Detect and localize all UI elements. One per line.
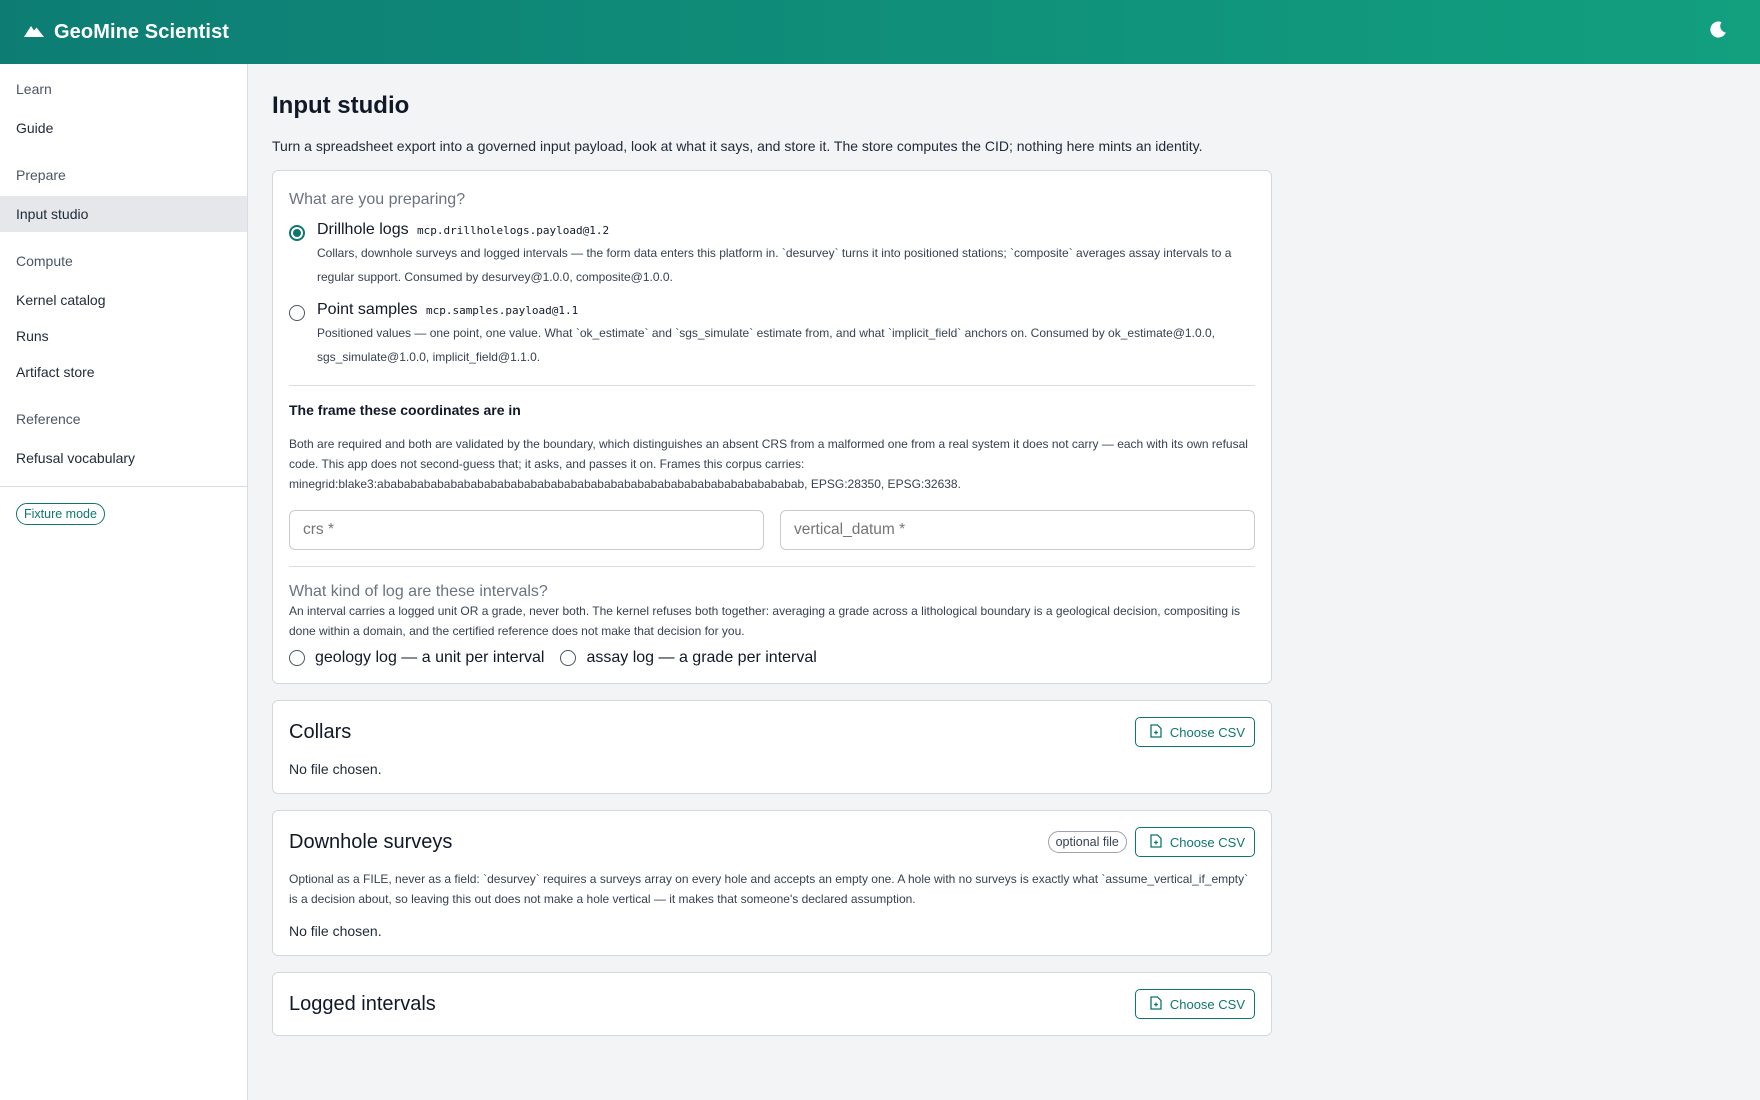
file-card-title: Logged intervals: [289, 992, 436, 1015]
sidebar-item-refusal-vocabulary[interactable]: Refusal vocabulary: [0, 440, 247, 476]
downhole-surveys-card: Downhole surveys optional file Choose CS…: [272, 810, 1272, 956]
nav-group-prepare: Prepare: [16, 167, 66, 183]
sidebar-item-guide[interactable]: Guide: [0, 110, 247, 146]
sidebar: Learn Guide Prepare Input studio Compute…: [0, 64, 248, 1100]
brand[interactable]: GeoMine Scientist: [24, 21, 229, 44]
collars-card: Collars Choose CSV No file chosen.: [272, 700, 1272, 794]
choose-csv-label: Choose CSV: [1169, 996, 1245, 1012]
logkind-description: An interval carries a logged unit OR a g…: [289, 604, 1240, 638]
theme-toggle-button[interactable]: [1700, 14, 1736, 50]
choose-csv-button[interactable]: Choose CSV: [1134, 989, 1255, 1019]
file-status: No file chosen.: [289, 761, 382, 777]
fixture-mode-badge[interactable]: Fixture mode: [16, 503, 105, 525]
option-assay-log[interactable]: assay log — a grade per interval: [560, 649, 817, 667]
radio-drillhole-logs[interactable]: [289, 225, 305, 241]
logged-intervals-card: Logged intervals Choose CSV: [272, 972, 1272, 1036]
frame-description: Both are required and both are validated…: [289, 437, 1248, 491]
frame-heading: The frame these coordinates are in: [289, 402, 521, 418]
choose-csv-label: Choose CSV: [1169, 724, 1245, 740]
divider: [289, 385, 1255, 386]
optional-file-badge: optional file: [1047, 831, 1127, 853]
option-title: Point samples: [317, 301, 418, 318]
choose-csv-label: Choose CSV: [1169, 834, 1245, 850]
option-code: mcp.drillholelogs.payload@1.2: [417, 224, 610, 237]
nav-group-learn: Learn: [16, 81, 52, 97]
nav-group-compute: Compute: [16, 253, 73, 269]
file-icon: [1150, 833, 1162, 851]
sidebar-item-artifact-store[interactable]: Artifact store: [0, 354, 247, 390]
logkind-heading: What kind of log are these intervals?: [289, 583, 548, 600]
file-card-title: Collars: [289, 720, 352, 743]
option-description: Collars, downhole surveys and logged int…: [317, 246, 1232, 284]
option-code: mcp.samples.payload@1.1: [425, 304, 579, 317]
sidebar-item-runs[interactable]: Runs: [0, 318, 247, 354]
prepare-card: What are you preparing? Drillhole logs m…: [272, 170, 1272, 684]
option-title: Drillhole logs: [317, 221, 409, 238]
radio-assay-log[interactable]: [560, 650, 577, 666]
sidebar-item-kernel-catalog[interactable]: Kernel catalog: [0, 282, 247, 318]
choose-csv-button[interactable]: Choose CSV: [1134, 827, 1255, 857]
file-card-title: Downhole surveys: [289, 830, 453, 853]
radio-geology-log[interactable]: [289, 650, 305, 666]
app-title: GeoMine Scientist: [54, 20, 230, 43]
nav-group-reference: Reference: [16, 411, 81, 427]
page-subtitle: Turn a spreadsheet export into a governe…: [272, 138, 1203, 154]
prepare-heading: What are you preparing?: [289, 191, 466, 208]
page-title: Input studio: [272, 92, 410, 119]
divider: [289, 566, 1255, 567]
option-description: Positioned values — one point, one value…: [317, 326, 1215, 364]
option-label: geology log — a unit per interval: [315, 649, 545, 666]
option-drillhole-logs[interactable]: Drillhole logs mcp.drillholelogs.payload…: [289, 221, 1255, 289]
option-geology-log[interactable]: geology log — a unit per interval: [289, 649, 544, 667]
sidebar-item-input-studio[interactable]: Input studio: [0, 196, 247, 232]
option-point-samples[interactable]: Point samples mcp.samples.payload@1.1 Po…: [289, 301, 1255, 369]
vertical-datum-input[interactable]: [780, 510, 1255, 550]
file-status: No file chosen.: [289, 923, 382, 939]
option-label: assay log — a grade per interval: [586, 649, 817, 666]
radio-point-samples[interactable]: [289, 305, 305, 321]
main-content: Input studio Turn a spreadsheet export i…: [248, 64, 1760, 1100]
choose-csv-button[interactable]: Choose CSV: [1134, 717, 1255, 747]
file-icon: [1150, 995, 1162, 1013]
crs-input[interactable]: [289, 510, 764, 550]
mountain-icon: [24, 23, 44, 42]
top-bar: GeoMine Scientist: [0, 0, 1760, 64]
moon-icon: [1708, 20, 1728, 45]
sidebar-divider: [0, 486, 247, 487]
file-icon: [1150, 723, 1162, 741]
file-description: Optional as a FILE, never as a field: `d…: [289, 872, 1249, 906]
